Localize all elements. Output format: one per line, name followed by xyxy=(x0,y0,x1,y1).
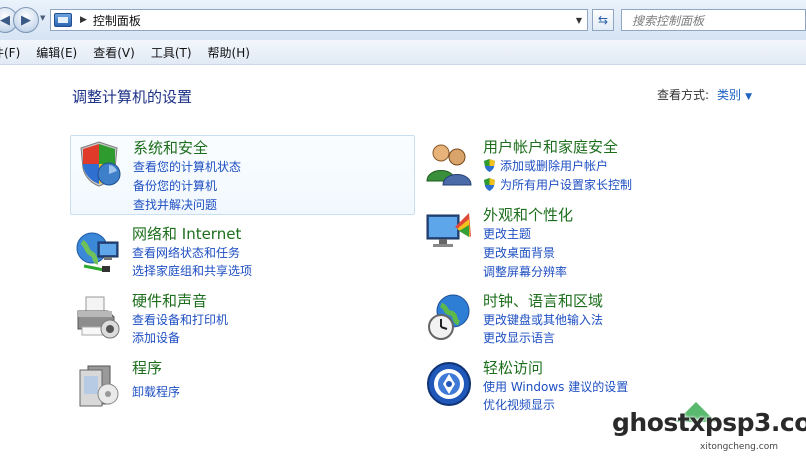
monitor-icon xyxy=(426,213,471,247)
link-parental-controls[interactable]: 为所有用户设置家长控制 xyxy=(483,176,632,193)
page-title: 调整计算机的设置 xyxy=(72,88,193,106)
control-panel-icon xyxy=(54,13,72,27)
link-devices-printers[interactable]: 查看设备和打印机 xyxy=(132,311,228,328)
category-title[interactable]: 用户帐户和家庭安全 xyxy=(483,136,618,157)
menu-edit[interactable]: 编辑(E) xyxy=(36,44,77,61)
category-title[interactable]: 时钟、语言和区域 xyxy=(483,290,603,311)
category-system-security: 系统和安全 查看您的计算机状态 备份您的计算机 查找并解决问题 xyxy=(70,135,415,215)
link-change-theme[interactable]: 更改主题 xyxy=(483,225,531,242)
view-by-dropdown[interactable]: 类别 xyxy=(717,88,741,102)
caret-down-icon[interactable]: ▼ xyxy=(745,92,752,102)
link-display-language[interactable]: 更改显示语言 xyxy=(483,329,555,346)
category-title[interactable]: 硬件和声音 xyxy=(132,290,207,311)
link-network-status[interactable]: 查看网络状态和任务 xyxy=(132,244,240,261)
menu-help[interactable]: 帮助(H) xyxy=(208,44,250,61)
link-add-device[interactable]: 添加设备 xyxy=(132,329,180,346)
breadcrumb-control-panel[interactable]: 控制面板 xyxy=(93,12,141,29)
watermark: ghostxpsp3.com xitongcheng.com xyxy=(610,396,806,457)
category-appearance: 外观和个性化 更改主题 更改桌面背景 调整屏幕分辨率 xyxy=(421,203,766,283)
link-recommended-settings[interactable]: 使用 Windows 建议的设置 xyxy=(483,378,628,395)
search-box[interactable] xyxy=(621,9,806,31)
program-icon xyxy=(79,365,119,407)
view-by: 查看方式: 类别 ▼ xyxy=(657,86,752,103)
view-by-label: 查看方式: xyxy=(657,88,710,102)
address-field[interactable]: ▶ 控制面板 ▼ xyxy=(50,9,588,31)
address-bar: ◀ ▶ ▼ ▶ 控制面板 ▼ ⇆ xyxy=(0,0,806,41)
uac-shield-icon xyxy=(484,178,495,191)
search-input[interactable] xyxy=(630,11,794,31)
link-input-methods[interactable]: 更改键盘或其他输入法 xyxy=(483,311,603,328)
category-title[interactable]: 网络和 Internet xyxy=(132,223,241,244)
uac-shield-icon xyxy=(484,159,495,172)
link-homegroup[interactable]: 选择家庭组和共享选项 xyxy=(132,262,252,279)
link-optimize-display[interactable]: 优化视频显示 xyxy=(483,396,555,413)
link-uninstall[interactable]: 卸载程序 xyxy=(132,383,180,400)
address-dropdown-icon[interactable]: ▼ xyxy=(571,10,587,30)
watermark-text: ghostxpsp3.com xyxy=(612,408,806,437)
link-screen-resolution[interactable]: 调整屏幕分辨率 xyxy=(483,263,567,280)
category-title[interactable]: 轻松访问 xyxy=(483,357,543,378)
history-dropdown-icon[interactable]: ▼ xyxy=(40,14,45,22)
watermark-subtext: xitongcheng.com xyxy=(700,442,778,452)
arrow-left-icon: ◀ xyxy=(0,12,10,28)
menu-file[interactable]: 件(F) xyxy=(0,44,20,61)
printer-icon xyxy=(77,296,120,339)
category-title[interactable]: 系统和安全 xyxy=(133,137,208,158)
link-label[interactable]: 为所有用户设置家长控制 xyxy=(500,178,632,192)
link-add-remove-accounts[interactable]: 添加或删除用户帐户 xyxy=(483,157,608,174)
arrow-right-icon: ▶ xyxy=(21,12,31,28)
users-icon xyxy=(426,144,472,186)
category-title[interactable]: 程序 xyxy=(132,357,162,378)
forward-button[interactable]: ▶ xyxy=(13,7,39,33)
menu-bar: 件(F) 编辑(E) 查看(V) 工具(T) 帮助(H) xyxy=(0,40,806,65)
link-backup[interactable]: 备份您的计算机 xyxy=(133,177,217,194)
link-desktop-background[interactable]: 更改桌面背景 xyxy=(483,244,555,261)
menu-tools[interactable]: 工具(T) xyxy=(151,44,192,61)
ease-of-access-icon xyxy=(427,362,471,406)
refresh-button[interactable]: ⇆ xyxy=(592,9,614,31)
network-icon xyxy=(76,232,119,272)
category-programs: 程序 卸载程序 xyxy=(70,356,415,436)
link-check-status[interactable]: 查看您的计算机状态 xyxy=(133,158,241,175)
shield-icon xyxy=(80,141,121,187)
clock-globe-icon xyxy=(428,294,470,340)
refresh-icon: ⇆ xyxy=(597,13,609,27)
link-label[interactable]: 添加或删除用户帐户 xyxy=(500,159,608,173)
menu-view[interactable]: 查看(V) xyxy=(93,44,135,61)
link-troubleshoot[interactable]: 查找并解决问题 xyxy=(133,196,217,213)
category-title[interactable]: 外观和个性化 xyxy=(483,204,573,225)
breadcrumb-arrow-icon[interactable]: ▶ xyxy=(80,15,87,25)
